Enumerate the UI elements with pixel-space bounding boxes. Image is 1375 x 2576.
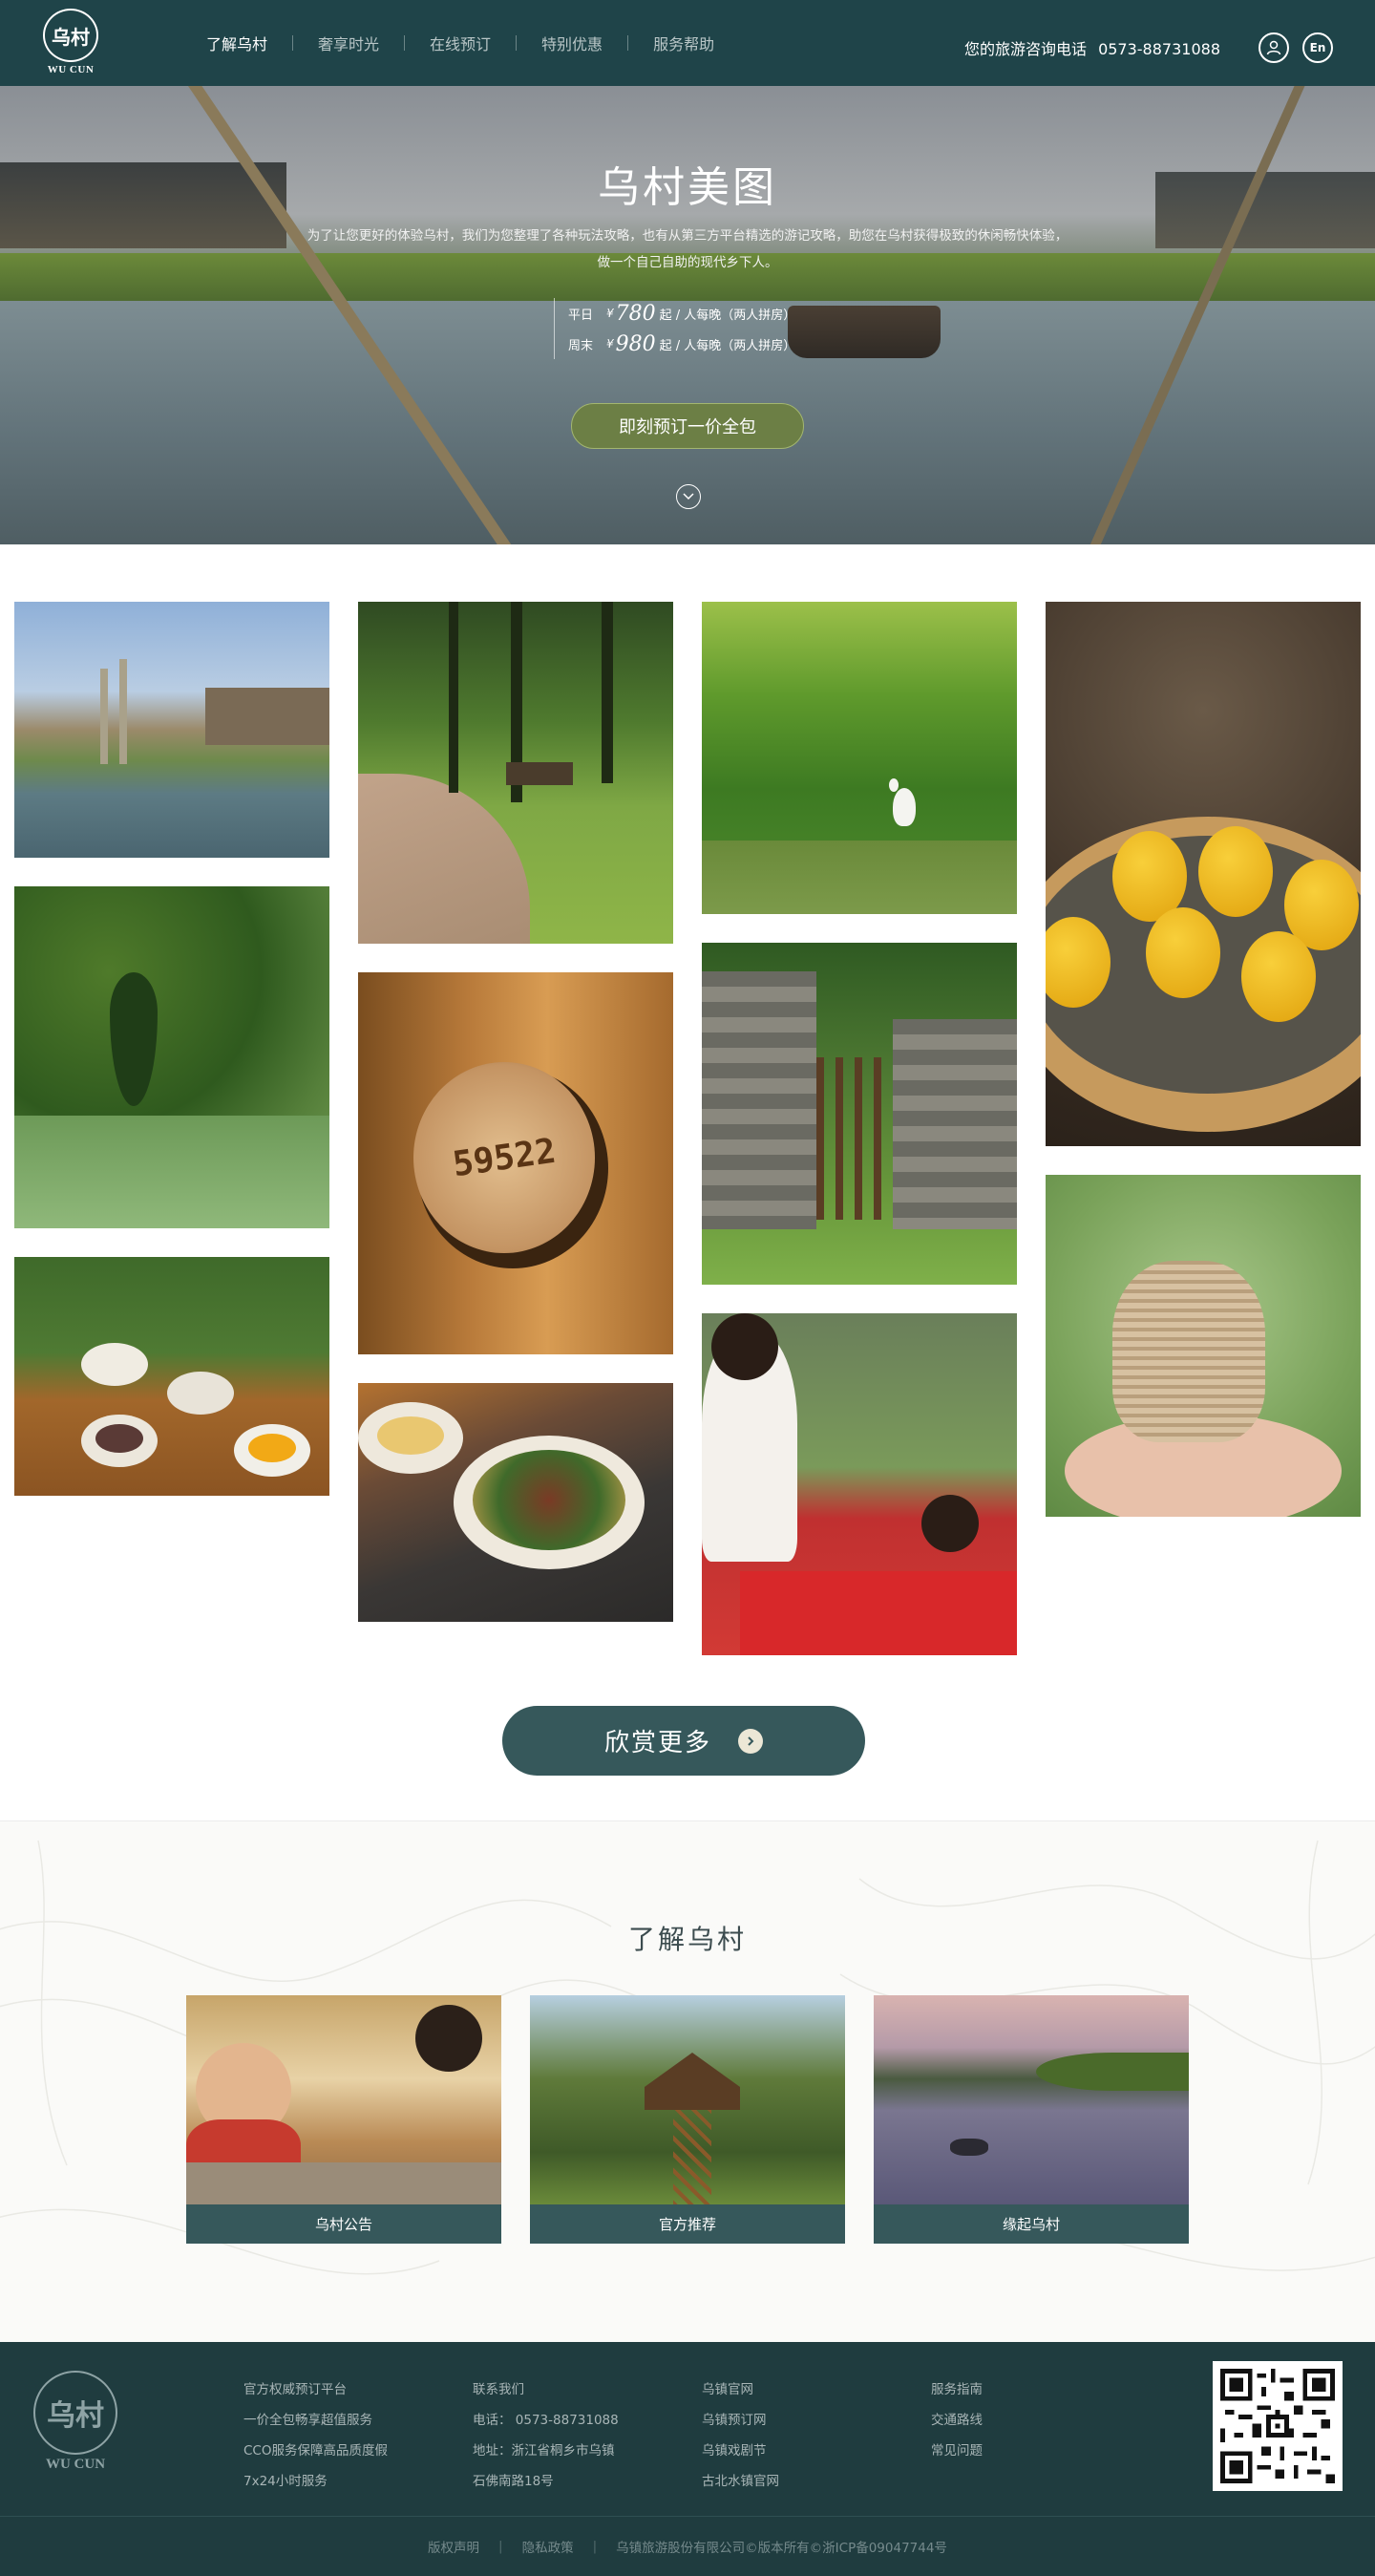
gallery-photo-local-dishes[interactable]: [14, 1257, 329, 1496]
view-more-button[interactable]: 欣赏更多: [502, 1706, 865, 1776]
price-weekday: 平日 ¥ 780 起 / 人每晚（两人拼房）: [568, 298, 795, 329]
user-icon[interactable]: [1259, 32, 1289, 63]
footer-logo-text: WU CUN: [45, 2457, 106, 2472]
card-origin-story[interactable]: 缘起乌村: [874, 1995, 1189, 2244]
wooden-tag-number: 59522: [450, 1131, 559, 1184]
footer-col-help: 服务指南 交通路线 常见问题: [931, 2374, 983, 2466]
footer-divider: |: [592, 2539, 598, 2554]
footer-text: 地址：浙江省桐乡市乌镇: [473, 2443, 615, 2459]
top-header: 乌村 WU CUN 了解乌村 奢享时光 在线预订 特别优惠 服务帮助 您的旅游咨…: [0, 0, 1375, 86]
card-label: 官方推荐: [530, 2204, 845, 2244]
gallery-photo-stone-wall-gate[interactable]: [702, 943, 1017, 1285]
card-recommendations[interactable]: 官方推荐: [530, 1995, 845, 2244]
company-copyright: 乌镇旅游股份有限公司©版本所有©浙ICP备09047744号: [616, 2541, 947, 2556]
gallery-photo-egret-rice-field[interactable]: [702, 602, 1017, 914]
nav-item-luxury[interactable]: 奢享时光: [293, 32, 404, 54]
card-label: 乌村公告: [186, 2204, 501, 2244]
book-now-button[interactable]: 即刻预订一价全包: [571, 403, 804, 449]
footer-logo[interactable]: 乌村 WU CUN: [32, 2371, 118, 2476]
hotline: 您的旅游咨询电话 0573-88731088: [964, 36, 1220, 59]
nav-item-about[interactable]: 了解乌村: [181, 32, 292, 54]
gallery-photo-children-crafts[interactable]: [702, 1313, 1017, 1655]
hero-boat: [788, 306, 941, 358]
card-image: [874, 1995, 1189, 2204]
footer-link[interactable]: 乌镇戏剧节: [702, 2436, 779, 2466]
view-more-label: 欣赏更多: [603, 1729, 711, 1757]
wucun-logo[interactable]: 乌村 WU CUN: [42, 9, 99, 75]
footer-link[interactable]: 乌镇预订网: [702, 2405, 779, 2436]
footer-divider: |: [498, 2539, 503, 2554]
price-label: 平日: [568, 308, 594, 323]
qr-code: [1213, 2361, 1343, 2491]
about-title: 了解乌村: [627, 1924, 747, 1955]
footer-link[interactable]: 乌镇官网: [702, 2374, 779, 2405]
card-image: [186, 1995, 501, 2204]
about-section: 了解乌村 乌村公告 官方推荐 缘起乌村: [0, 1820, 1375, 2342]
footer-text: 石佛南路18号: [473, 2474, 554, 2489]
footer-col-contact: 联系我们 电话： 0573-88731088 地址：浙江省桐乡市乌镇 石佛南路1…: [473, 2374, 619, 2497]
language-switch-button[interactable]: En: [1302, 32, 1333, 63]
gallery-photo-woven-basket[interactable]: [1046, 1175, 1361, 1517]
footer-col-sites: 乌镇官网 乌镇预订网 乌镇戏剧节 古北水镇官网: [702, 2374, 779, 2497]
currency-symbol: ¥: [606, 307, 614, 320]
hero-description: 为了让您更好的体验乌村，我们为您整理了各种玩法攻略，也有从第三方平台精选的游记攻…: [220, 223, 1155, 276]
footer-bottom-bar: 版权声明 | 隐私政策 | 乌镇旅游股份有限公司©版本所有©浙ICP备09047…: [0, 2516, 1375, 2576]
price-suffix: 起 / 人每晚（两人拼房）: [659, 308, 796, 323]
hero-description-line: 为了让您更好的体验乌村，我们为您整理了各种玩法攻略，也有从第三方平台精选的游记攻…: [307, 228, 1068, 244]
chevron-down-icon[interactable]: [676, 484, 701, 509]
card-image: [530, 1995, 845, 2204]
copyright-link[interactable]: 版权声明: [428, 2537, 479, 2556]
gallery-photo-fruit-tree[interactable]: [14, 886, 329, 1228]
footer-text: 电话： 0573-88731088: [473, 2413, 619, 2428]
site-footer: 乌村 WU CUN 官方权威预订平台 一价全包畅享超值服务 CCO服务保障高品质…: [0, 2342, 1375, 2576]
price-amount: 980: [615, 331, 656, 356]
nav-item-offers[interactable]: 特别优惠: [517, 32, 627, 54]
privacy-link[interactable]: 隐私政策: [522, 2537, 574, 2556]
gallery-photo-noodle-bowl[interactable]: [358, 1383, 673, 1622]
price-amount: 780: [615, 301, 656, 326]
footer-link[interactable]: 常见问题: [931, 2436, 983, 2466]
footer-text: 7x24小时服务: [243, 2474, 328, 2489]
hotline-label: 您的旅游咨询电话: [964, 40, 1088, 58]
price-box: 平日 ¥ 780 起 / 人每晚（两人拼房） 周末 ¥ 980 起 / 人每晚（…: [554, 298, 795, 359]
hero-banner: 乌村美图 为了让您更好的体验乌村，我们为您整理了各种玩法攻略，也有从第三方平台精…: [0, 86, 1375, 544]
gallery-photo-lakeside-villa[interactable]: [14, 602, 329, 858]
hero-title: 乌村美图: [598, 163, 777, 212]
arrow-right-icon: [738, 1728, 763, 1754]
gallery-photo-wooden-number-tag[interactable]: 59522: [358, 972, 673, 1354]
footer-link[interactable]: 古北水镇官网: [702, 2466, 779, 2497]
hotline-number[interactable]: 0573-88731088: [1098, 40, 1220, 58]
footer-col-services: 官方权威预订平台 一价全包畅享超值服务 CCO服务保障高品质度假 7x24小时服…: [243, 2374, 388, 2497]
footer-link[interactable]: 服务指南: [931, 2374, 983, 2405]
currency-symbol: ¥: [606, 337, 614, 351]
card-label: 缘起乌村: [874, 2204, 1189, 2244]
footer-link-contact[interactable]: 联系我们: [473, 2374, 619, 2405]
logo-text: WU CUN: [47, 64, 95, 75]
logo-emblem: 乌村: [43, 9, 98, 62]
gallery-photo-forest-path[interactable]: [358, 602, 673, 944]
nav-item-help[interactable]: 服务帮助: [628, 32, 739, 54]
footer-logo-emblem: 乌村: [33, 2371, 117, 2455]
footer-text: CCO服务保障高品质度假: [243, 2443, 388, 2459]
main-nav: 了解乌村 奢享时光 在线预订 特别优惠 服务帮助: [181, 0, 739, 86]
footer-text: 官方权威预订平台: [243, 2382, 347, 2397]
price-label: 周末: [568, 338, 594, 353]
price-weekend: 周末 ¥ 980 起 / 人每晚（两人拼房）: [568, 329, 795, 359]
footer-link[interactable]: 交通路线: [931, 2405, 983, 2436]
nav-item-booking[interactable]: 在线预订: [405, 32, 516, 54]
card-announcements[interactable]: 乌村公告: [186, 1995, 501, 2244]
price-suffix: 起 / 人每晚（两人拼房）: [659, 338, 796, 353]
footer-text: 一价全包畅享超值服务: [243, 2413, 372, 2428]
gallery-photo-yellow-dumplings[interactable]: [1046, 602, 1361, 1146]
hero-description-line: 做一个自己自助的现代乡下人。: [597, 255, 778, 270]
